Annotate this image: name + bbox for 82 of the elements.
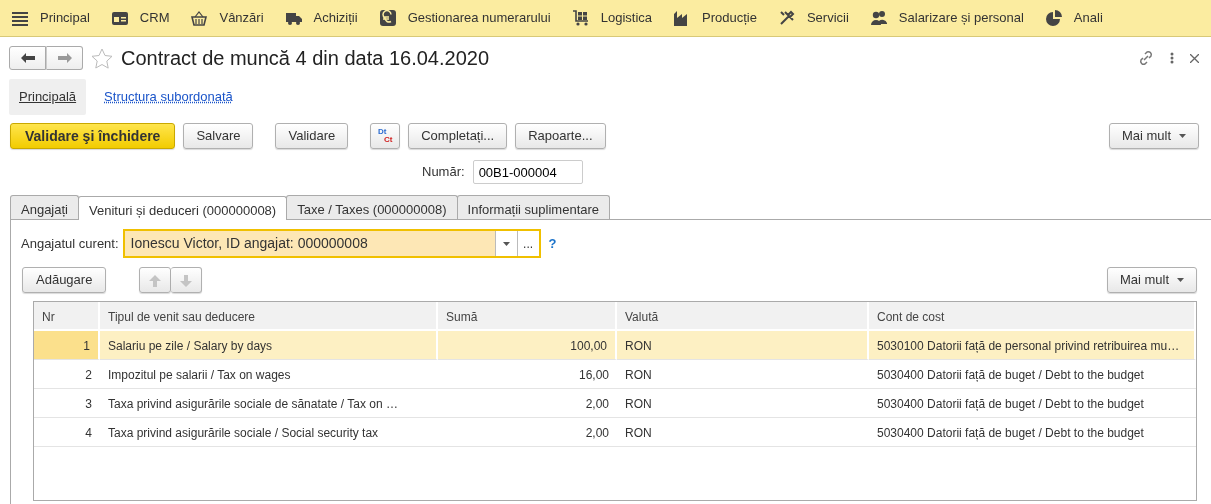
table-cell: Salariu pe zile / Salary by days [108, 339, 273, 353]
tab[interactable]: Informații suplimentare [456, 195, 611, 219]
form-nav-link[interactable]: Structura subordonată [94, 79, 243, 115]
number-label: Număr: [422, 163, 465, 182]
dropdown-icon [494, 231, 517, 256]
link-icon[interactable] [1138, 50, 1154, 66]
table-cell: RON [625, 339, 652, 353]
tab[interactable]: Angajați [10, 195, 79, 219]
table-row[interactable]: 3 Taxa privind asigurările sociale de sănatate / Tax on … 2,00 RON 5030400 Datorii față de buget / Debt to the budget [34, 389, 1196, 418]
menu-item[interactable]: CRM [139, 8, 170, 28]
table-row[interactable]: 4 Taxa privind asigurările sociale / Social security tax 2,00 RON 5030400 Datorii față de buget / Debt to the budget [34, 418, 1196, 447]
toolbar-button[interactable]: Rapoarte... [515, 123, 606, 149]
table-cell: RON [625, 397, 652, 411]
menu-item[interactable]: Achiziții [313, 8, 358, 28]
truck-icon[interactable] [285, 10, 302, 26]
toolbar-button[interactable]: Completați... [408, 123, 508, 149]
add-button[interactable]: Adăugare [22, 267, 107, 293]
menu-item[interactable]: Producție [702, 8, 757, 28]
table-cell: RON [625, 426, 652, 440]
tools-icon[interactable] [778, 10, 795, 26]
cart-icon[interactable] [572, 10, 589, 26]
table-cell: 5030400 Datorii față de buget / Debt to the budget [877, 397, 1144, 411]
table-cell: 1 [83, 339, 90, 353]
more-button[interactable]: Mai mult [1106, 267, 1197, 293]
close-icon[interactable] [1190, 53, 1199, 63]
document-title: Contract de muncă 4 din data 16.04.2020 [121, 46, 490, 71]
form-nav-link[interactable]: Principală [9, 79, 87, 115]
column-header[interactable]: Nr [34, 302, 100, 331]
table-cell: 2,00 [585, 426, 609, 440]
table-cell: Taxa privind asigurările sociale de sănatate / Tax on … [108, 397, 398, 411]
menu-item[interactable]: Principal [40, 8, 90, 28]
column-header[interactable]: Tipul de venit sau deducere [100, 302, 438, 331]
table-cell: 3 [85, 397, 92, 411]
tab[interactable]: Taxe / Taxes (000000008) [286, 195, 458, 219]
contact-card-icon[interactable] [111, 10, 128, 26]
table-cell: 2,00 [585, 397, 609, 411]
back-button[interactable] [9, 46, 46, 70]
table-row[interactable]: 1 Salariu pe zile / Salary by days 100,00 RON 5030100 Datorii față de personal privind retribuirea mu… [34, 331, 1196, 360]
toolbar-button[interactable]: Validare [275, 123, 349, 149]
caret-icon [1177, 278, 1184, 282]
menu-item[interactable]: Servicii [806, 8, 849, 28]
menu-item[interactable]: Vânzări [219, 8, 264, 28]
menu-item[interactable]: Salarizare și personal [898, 8, 1024, 28]
arrow-left-icon [20, 53, 35, 63]
table-cell: 100,00 [570, 339, 607, 353]
table-cell: 5030400 Datorii față de buget / Debt to the budget [877, 368, 1144, 382]
factory-icon[interactable] [674, 10, 690, 26]
select-button[interactable]: ... [516, 231, 539, 256]
menu-item[interactable]: Gestionarea numerarului [407, 8, 551, 28]
arrow-down-icon [180, 274, 193, 287]
menu-item[interactable]: Logistica [600, 8, 652, 28]
favorite-star-icon[interactable] [91, 47, 113, 69]
column-header[interactable]: Cont de cost [869, 302, 1196, 331]
table-cell: RON [625, 368, 652, 382]
table-cell: 5030100 Datorii față de personal privind retribuirea mu… [877, 339, 1180, 353]
table-cell: 16,00 [578, 368, 609, 382]
pie-chart-icon[interactable] [1045, 10, 1062, 26]
column-header[interactable]: Valută [617, 302, 869, 331]
tab[interactable]: Venituri și deduceri (000000008) [78, 196, 288, 220]
table-cell: Taxa privind asigurările sociale / Social security tax [108, 426, 379, 440]
more-button[interactable]: Mai mult [1108, 123, 1199, 149]
employee-label: Angajatul curent: [21, 234, 119, 253]
number-field[interactable]: 00B1-000004 [472, 160, 583, 184]
table-cell: 2 [85, 368, 92, 382]
column-header[interactable]: Sumă [438, 302, 617, 331]
table-cell: 5030400 Datorii față de buget / Debt to the budget [877, 426, 1144, 440]
validate-close-button[interactable]: Validare şi închidere [10, 123, 176, 149]
menu-icon[interactable] [12, 10, 28, 26]
people-icon[interactable] [870, 10, 887, 26]
menu-item[interactable]: Anali [1073, 8, 1103, 28]
arrow-up-icon [149, 274, 162, 287]
arrow-right-icon [57, 53, 72, 63]
toolbar-button[interactable]: Salvare [183, 123, 254, 149]
table-cell: Impozitul pe salarii / Tax on wages [108, 368, 291, 382]
caret-icon [1179, 134, 1186, 138]
table-row[interactable]: 2 Impozitul pe salarii / Tax on wages 16,00 RON 5030400 Datorii față de buget / Debt to the budget [34, 360, 1196, 389]
basket-icon[interactable] [191, 10, 208, 26]
table-cell: 4 [85, 426, 92, 440]
more-options-icon[interactable] [1170, 52, 1174, 64]
help-link[interactable]: ? [548, 233, 557, 254]
employee-field[interactable]: Ionescu Victor, ID angajat: 000000008 ... [122, 229, 541, 258]
debit-credit-button[interactable]: Dt Ct [370, 123, 401, 149]
